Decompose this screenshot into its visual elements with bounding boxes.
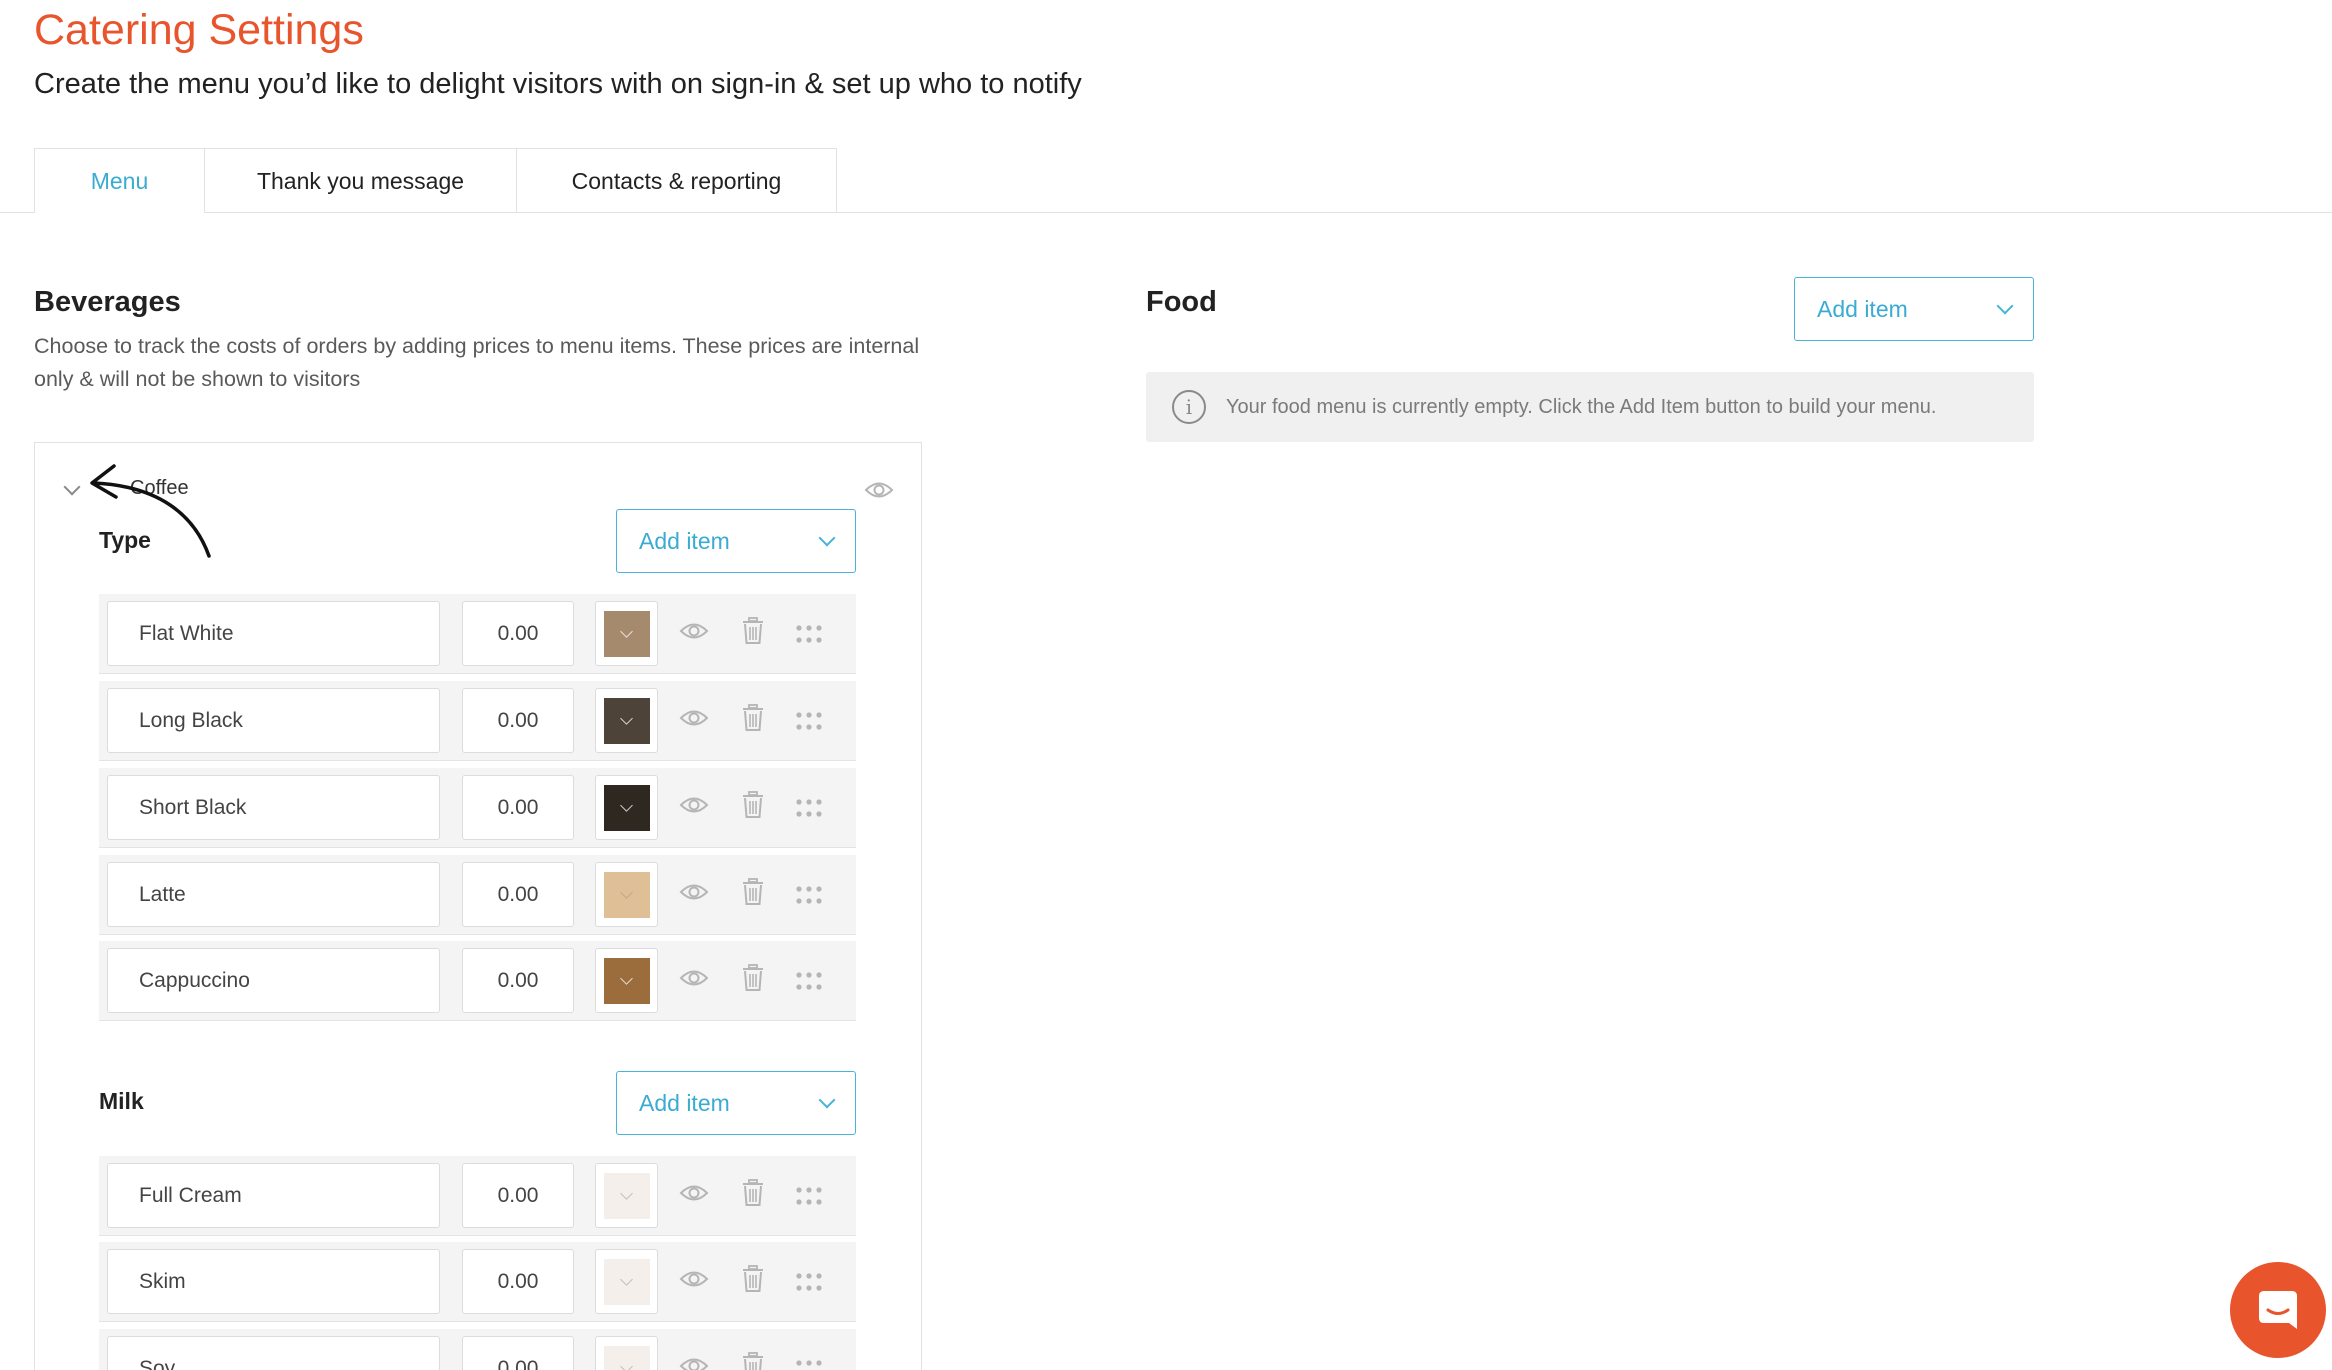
- item-name-input[interactable]: Latte: [107, 862, 440, 927]
- item-name-input[interactable]: Short Black: [107, 775, 440, 840]
- chat-icon: [2259, 1291, 2297, 1329]
- trash-icon[interactable]: [742, 1265, 764, 1293]
- color-swatch: [603, 1345, 650, 1370]
- menu-item-row: Cappuccino 0.00: [99, 941, 856, 1021]
- item-color-picker[interactable]: [595, 948, 658, 1013]
- tab-menu[interactable]: Menu: [34, 148, 205, 213]
- menu-item-row: Short Black 0.00: [99, 768, 856, 848]
- tab-contacts-reporting[interactable]: Contacts & reporting: [517, 148, 837, 213]
- chat-launcher-button[interactable]: [2230, 1262, 2326, 1358]
- item-visibility-eye-icon[interactable]: [679, 1356, 709, 1370]
- group-label-milk: Milk: [99, 1088, 144, 1114]
- trash-icon[interactable]: [742, 1352, 764, 1370]
- chevron-down-icon: [620, 625, 633, 638]
- item-color-picker[interactable]: [595, 862, 658, 927]
- item-color-picker[interactable]: [595, 688, 658, 753]
- color-swatch: [603, 697, 650, 744]
- info-icon: i: [1172, 390, 1206, 424]
- drag-handle-icon[interactable]: [796, 625, 822, 643]
- drag-handle-icon[interactable]: [796, 972, 822, 990]
- item-visibility-eye-icon[interactable]: [679, 621, 709, 641]
- chevron-down-icon: [620, 1187, 633, 1200]
- annotation-arrow-icon: [90, 464, 211, 558]
- drag-handle-icon[interactable]: [796, 886, 822, 904]
- chevron-down-icon: [620, 1360, 633, 1370]
- item-name-input[interactable]: Skim: [107, 1249, 440, 1314]
- item-name-input[interactable]: Flat White: [107, 601, 440, 666]
- drag-handle-icon[interactable]: [796, 1360, 822, 1370]
- item-price-input[interactable]: 0.00: [462, 688, 574, 753]
- item-visibility-eye-icon[interactable]: [679, 795, 709, 815]
- item-name-input[interactable]: Full Cream: [107, 1163, 440, 1228]
- item-visibility-eye-icon[interactable]: [679, 1183, 709, 1203]
- item-visibility-eye-icon[interactable]: [679, 1269, 709, 1289]
- item-name-input[interactable]: Cappuccino: [107, 948, 440, 1013]
- color-swatch: [603, 610, 650, 657]
- trash-icon[interactable]: [742, 704, 764, 732]
- drag-handle-icon[interactable]: [796, 1187, 822, 1205]
- item-price-input[interactable]: 0.00: [462, 1249, 574, 1314]
- card-visibility-eye-icon[interactable]: [864, 480, 894, 500]
- food-add-item-dropdown[interactable]: Add item: [1794, 277, 2034, 341]
- trash-icon[interactable]: [742, 878, 764, 906]
- tab-thank-you-message[interactable]: Thank you message: [205, 148, 517, 213]
- chevron-down-icon: [620, 799, 633, 812]
- food-empty-notice: i Your food menu is currently empty. Cli…: [1146, 372, 2034, 442]
- food-empty-message: Your food menu is currently empty. Click…: [1226, 395, 1937, 418]
- item-color-picker[interactable]: [595, 775, 658, 840]
- menu-item-row: Full Cream 0.00: [99, 1156, 856, 1236]
- chevron-down-icon: [620, 712, 633, 725]
- item-name-input[interactable]: Soy: [107, 1336, 440, 1370]
- color-swatch: [603, 871, 650, 918]
- tabs-divider: [0, 212, 2332, 213]
- item-price-input[interactable]: 0.00: [462, 1336, 574, 1370]
- item-name-input[interactable]: Long Black: [107, 688, 440, 753]
- menu-item-row: Flat White 0.00: [99, 594, 856, 674]
- menu-item-row: Long Black 0.00: [99, 681, 856, 761]
- item-color-picker[interactable]: [595, 1249, 658, 1314]
- settings-tabs: Menu Thank you message Contacts & report…: [34, 148, 837, 213]
- drag-handle-icon[interactable]: [796, 1273, 822, 1291]
- color-swatch: [603, 957, 650, 1004]
- page-subtitle: Create the menu you’d like to delight vi…: [34, 68, 1082, 100]
- trash-icon[interactable]: [742, 617, 764, 645]
- milk-add-item-label: Add item: [639, 1089, 730, 1116]
- chevron-down-icon: [620, 972, 633, 985]
- menu-item-row: Soy 0.00: [99, 1329, 856, 1370]
- item-color-picker[interactable]: [595, 1336, 658, 1370]
- item-price-input[interactable]: 0.00: [462, 1163, 574, 1228]
- menu-item-row: Skim 0.00: [99, 1242, 856, 1322]
- trash-icon[interactable]: [742, 791, 764, 819]
- color-swatch: [603, 784, 650, 831]
- item-color-picker[interactable]: [595, 601, 658, 666]
- food-add-item-label: Add item: [1817, 295, 1908, 322]
- trash-icon[interactable]: [742, 1179, 764, 1207]
- chevron-down-icon: [1996, 297, 2014, 315]
- menu-item-row: Latte 0.00: [99, 855, 856, 935]
- food-title: Food: [1146, 286, 1217, 318]
- drag-handle-icon[interactable]: [796, 712, 822, 730]
- milk-add-item-dropdown[interactable]: Add item: [616, 1071, 856, 1135]
- item-color-picker[interactable]: [595, 1163, 658, 1228]
- type-add-item-dropdown[interactable]: Add item: [616, 509, 856, 573]
- item-visibility-eye-icon[interactable]: [679, 882, 709, 902]
- item-price-input[interactable]: 0.00: [462, 775, 574, 840]
- item-visibility-eye-icon[interactable]: [679, 708, 709, 728]
- color-swatch: [603, 1258, 650, 1305]
- drag-handle-icon[interactable]: [796, 799, 822, 817]
- item-price-input[interactable]: 0.00: [462, 601, 574, 666]
- chevron-down-icon: [620, 886, 633, 899]
- chevron-down-icon: [620, 1273, 633, 1286]
- trash-icon[interactable]: [742, 964, 764, 992]
- item-price-input[interactable]: 0.00: [462, 948, 574, 1013]
- item-visibility-eye-icon[interactable]: [679, 968, 709, 988]
- chevron-down-icon: [818, 1091, 836, 1109]
- beverages-description: Choose to track the costs of orders by a…: [34, 334, 920, 391]
- page-title: Catering Settings: [34, 6, 364, 54]
- beverages-title: Beverages: [34, 286, 181, 318]
- type-add-item-label: Add item: [639, 527, 730, 554]
- item-price-input[interactable]: 0.00: [462, 862, 574, 927]
- chevron-down-icon: [818, 529, 836, 547]
- color-swatch: [603, 1172, 650, 1219]
